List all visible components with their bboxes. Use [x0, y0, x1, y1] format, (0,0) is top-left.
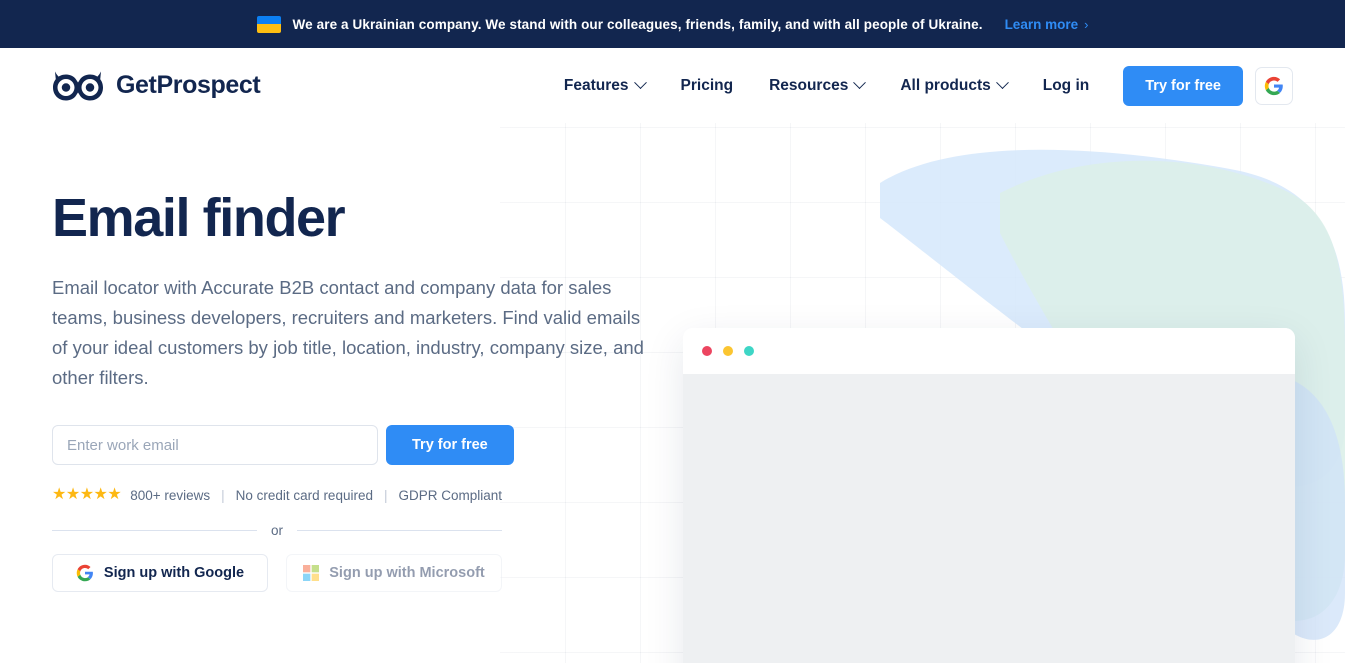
- owl-logo-icon: [53, 71, 103, 100]
- microsoft-signup-label: Sign up with Microsoft: [329, 565, 485, 582]
- ukraine-flag-icon: [256, 15, 281, 33]
- nav-item-all-products[interactable]: All products: [882, 67, 1024, 105]
- chevron-down-icon: [633, 76, 647, 90]
- page-title: Email finder: [52, 188, 346, 248]
- nav-item-features[interactable]: Features: [546, 67, 663, 105]
- trust-separator-2: |: [383, 487, 388, 503]
- site-header: GetProspect Features Pricing Resources A…: [0, 48, 1345, 123]
- google-signup-label: Sign up with Google: [103, 565, 245, 582]
- brand-logo-link[interactable]: GetProspect: [52, 70, 261, 102]
- reviews-count: 800+ reviews: [130, 487, 211, 503]
- nav-label-pricing: Pricing: [680, 76, 734, 94]
- nav-label-log-in: Log in: [1042, 76, 1090, 94]
- chevron-down-icon: [995, 76, 1009, 90]
- brand-name: GetProspect: [116, 71, 261, 99]
- banner-message: We are a Ukrainian company. We stand wit…: [292, 16, 983, 32]
- google-signin-badge-button[interactable]: [1255, 66, 1293, 105]
- divider-line-left: [52, 530, 257, 532]
- divider-label: or: [271, 523, 284, 539]
- hero-section: Email finder Email locator with Accurate…: [0, 123, 1345, 663]
- sign-up-with-google-button[interactable]: Sign up with Google: [52, 554, 268, 593]
- nav-label-resources: Resources: [769, 76, 849, 94]
- google-icon: [1264, 76, 1283, 95]
- nav-item-pricing[interactable]: Pricing: [663, 67, 752, 105]
- sign-up-with-microsoft-button[interactable]: Sign up with Microsoft: [286, 554, 502, 593]
- main-navigation: Features Pricing Resources All products …: [546, 65, 1293, 106]
- nav-item-resources[interactable]: Resources: [751, 67, 882, 105]
- header-try-for-free-button[interactable]: Try for free: [1123, 65, 1243, 106]
- divider-line-right: [297, 530, 503, 532]
- nav-label-features: Features: [563, 76, 629, 94]
- email-signup-form: Try for free: [52, 425, 1293, 466]
- ukraine-support-banner: We are a Ukrainian company. We stand wit…: [0, 0, 1345, 48]
- google-icon: [76, 565, 93, 582]
- nav-item-log-in[interactable]: Log in: [1025, 67, 1108, 105]
- trust-indicators: ★★★★★ 800+ reviews | No credit card requ…: [52, 487, 1293, 503]
- microsoft-icon: [303, 565, 320, 582]
- banner-content: We are a Ukrainian company. We stand wit…: [256, 15, 1089, 33]
- banner-learn-more-link[interactable]: Learn more ›: [1005, 17, 1089, 32]
- no-credit-card-note: No credit card required: [235, 487, 373, 503]
- chevron-down-icon: [853, 76, 867, 90]
- hero-try-for-free-button[interactable]: Try for free: [386, 425, 514, 466]
- hero-content: Email finder Email locator with Accurate…: [0, 189, 1345, 663]
- trust-separator-1: |: [221, 487, 225, 503]
- gdpr-compliant-note: GDPR Compliant: [398, 487, 503, 503]
- work-email-input[interactable]: [52, 425, 378, 466]
- hero-description: Email locator with Accurate B2B contact …: [52, 277, 644, 389]
- or-divider: or: [52, 523, 503, 539]
- banner-learn-more-label: Learn more: [1004, 16, 1079, 32]
- star-rating-icon: ★★★★★: [52, 486, 122, 504]
- social-signup-buttons: Sign up with Google Sign up with Microso…: [52, 554, 1293, 593]
- chevron-right-icon: ›: [1084, 16, 1089, 32]
- nav-label-all-products: All products: [900, 76, 991, 94]
